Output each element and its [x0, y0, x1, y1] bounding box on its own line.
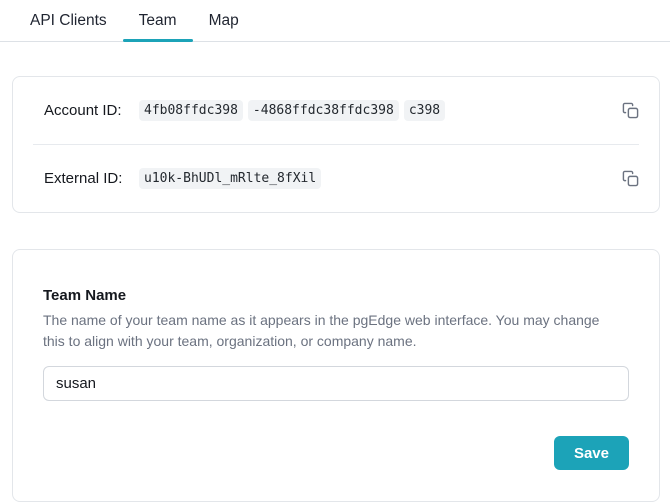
external-id-segment: u10k-BhUDl_mRlte_8fXil — [139, 168, 321, 189]
account-id-row: Account ID: 4fb08ffdc398 -4868ffdc38ffdc… — [13, 77, 659, 144]
save-button[interactable]: Save — [554, 436, 629, 470]
tab-bar: API Clients Team Map — [0, 0, 670, 42]
account-id-segment: -4868ffdc38ffdc398 — [248, 100, 399, 121]
copy-account-id-button[interactable] — [617, 98, 643, 124]
copy-icon — [622, 170, 639, 187]
tab-api-clients[interactable]: API Clients — [14, 0, 123, 41]
account-id-value: 4fb08ffdc398 -4868ffdc38ffdc398 c398 — [139, 100, 617, 121]
tab-team[interactable]: Team — [123, 0, 193, 41]
ids-card: Account ID: 4fb08ffdc398 -4868ffdc38ffdc… — [12, 76, 660, 213]
copy-external-id-button[interactable] — [617, 166, 643, 192]
external-id-row: External ID: u10k-BhUDl_mRlte_8fXil — [13, 145, 659, 212]
team-name-title: Team Name — [43, 287, 629, 304]
external-id-value: u10k-BhUDl_mRlte_8fXil — [139, 168, 617, 189]
team-name-card: Team Name The name of your team name as … — [12, 249, 660, 502]
team-name-description: The name of your team name as it appears… — [43, 310, 623, 352]
external-id-label: External ID: — [44, 170, 139, 187]
save-row: Save — [43, 436, 629, 470]
account-id-label: Account ID: — [44, 102, 139, 119]
copy-icon — [622, 102, 639, 119]
account-id-segment: c398 — [404, 100, 445, 121]
team-name-input[interactable] — [43, 366, 629, 401]
tab-map[interactable]: Map — [193, 0, 255, 41]
account-id-segment: 4fb08ffdc398 — [139, 100, 243, 121]
